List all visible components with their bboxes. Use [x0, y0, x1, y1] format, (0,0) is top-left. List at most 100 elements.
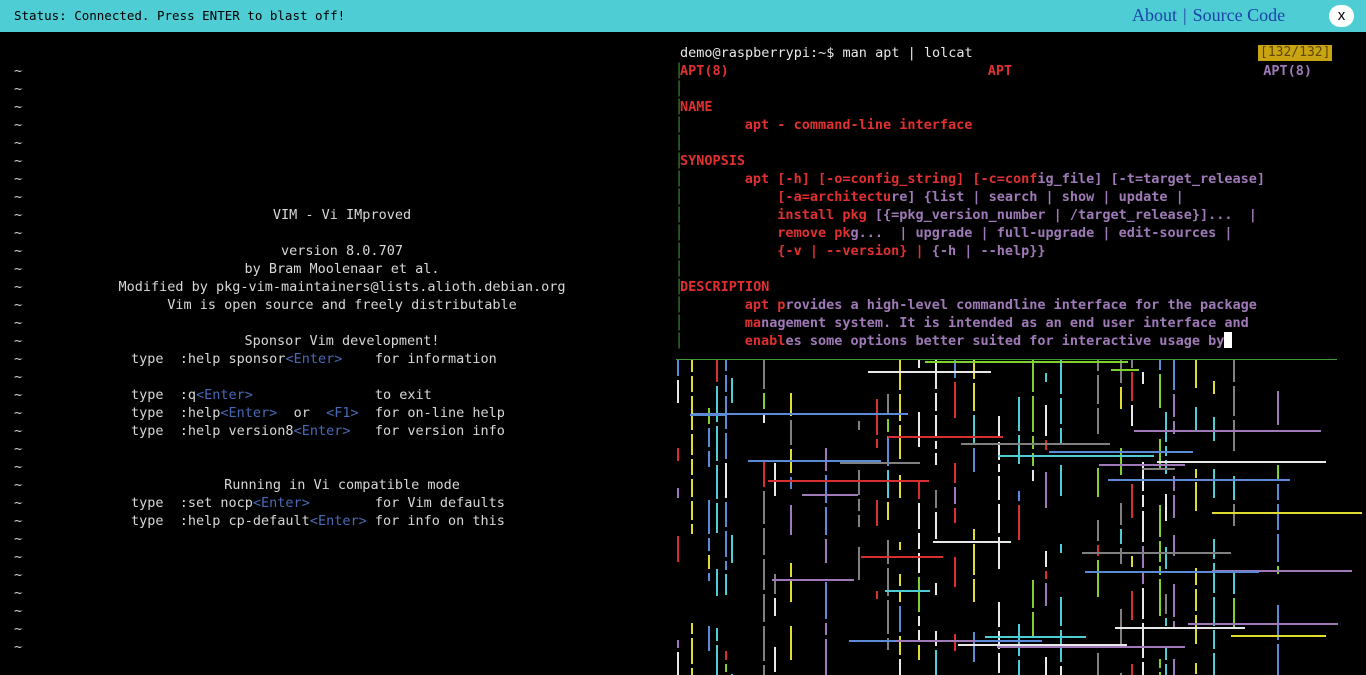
help-command-line: type :help<Enter> or <F1> for on-line he… — [131, 405, 505, 421]
help-command-line: type :help version8<Enter> for version i… — [131, 422, 505, 440]
about-link[interactable]: About — [1132, 5, 1177, 25]
command-text: type :set nocp — [131, 495, 253, 511]
vim-license: Vim is open source and freely distributa… — [167, 297, 517, 313]
terminal-pane[interactable]: demo@raspberrypi:~$ man apt | lolcat [13… — [674, 44, 1366, 675]
gutter-mark: │ — [675, 315, 684, 331]
gutter-mark: │ — [675, 63, 684, 79]
key-hint: <F1> — [326, 405, 359, 421]
gutter-mark: │ — [675, 225, 684, 241]
tilde-line: ~ — [14, 99, 23, 115]
gutter-mark: │ — [675, 171, 684, 187]
gutter-mark: │ — [675, 135, 684, 151]
key-hint: <Enter> — [196, 387, 253, 403]
tilde-line: ~ — [14, 387, 23, 403]
tilde-line: ~ — [14, 369, 23, 385]
sponsor-heading: Sponsor Vim development! — [244, 333, 440, 349]
top-bar: Status: Connected. Press ENTER to blast … — [0, 0, 1366, 32]
tilde-line: ~ — [14, 63, 23, 79]
synopsis-line: install pkg [{=pkg_version_number | /tar… — [744, 207, 1257, 223]
tilde-line: ~ — [14, 423, 23, 439]
line-counter: [132/132] — [1258, 45, 1333, 61]
header-links: About | Source Code — [1132, 5, 1285, 26]
command-text: type :help version8 — [131, 423, 294, 439]
name-text: apt - command-line interface — [744, 117, 973, 133]
section-name: NAME — [680, 99, 713, 115]
gutter-mark: │ — [675, 333, 684, 349]
key-hint: <Enter> — [293, 423, 351, 439]
command-description: for version info — [374, 423, 505, 439]
vim-modified-by: Modified by pkg-vim-maintainers@lists.al… — [118, 279, 566, 295]
shell-prompt: demo@raspberrypi:~$ man apt | lolcat — [680, 45, 973, 61]
tilde-line: ~ — [14, 621, 23, 637]
key-hint: <Enter> — [220, 405, 278, 421]
help-command-line: type :q<Enter> to exit — [131, 386, 432, 404]
tilde-line: ~ — [14, 315, 23, 331]
help-command-line: type :help cp-default<Enter> for info on… — [131, 512, 505, 530]
help-command-line: type :help sponsor<Enter> for informatio… — [131, 350, 497, 368]
man-header-center: APT — [987, 63, 1013, 79]
gutter-mark: │ — [675, 117, 684, 133]
tilde-line: ~ — [14, 189, 23, 205]
vim-pane[interactable]: ~ ~ ~ ~ ~ ~ ~ ~ ~ ~ ~ ~ ~ ~ ~ ~ ~ ~ ~ ~ ~ ~ ~ ~ ~ ~ ~ ~ ~ ~ ~ ~ ~ VIM - V… — [0, 44, 674, 675]
description-line: enables some options better suited for i… — [745, 332, 1233, 350]
vim-title: VIM - Vi IMproved — [272, 207, 412, 223]
terminal-cursor — [1224, 332, 1233, 348]
man-header-left: APT(8) — [680, 63, 729, 79]
synopsis-line: [-a=architecture] {list | search | show … — [744, 189, 1184, 205]
tilde-line: ~ — [14, 171, 23, 187]
tilde-line: ~ — [14, 639, 23, 655]
tilde-line: ~ — [14, 603, 23, 619]
synopsis-line: {-v | --version} | {-h | --help}} — [744, 243, 1046, 259]
tilde-line: ~ — [14, 459, 23, 475]
status-text: Status: Connected. Press ENTER to blast … — [14, 8, 346, 23]
tilde-line: ~ — [14, 405, 23, 421]
tilde-line: ~ — [14, 441, 23, 457]
gutter-mark: │ — [675, 99, 684, 115]
tilde-line: ~ — [14, 585, 23, 601]
compat-heading: Running in Vi compatible mode — [224, 477, 460, 493]
command-text: type :help sponsor — [131, 351, 286, 367]
tilde-line: ~ — [14, 513, 23, 529]
description-line: apt provides a high-level commandline in… — [744, 297, 1257, 313]
key-hint: <Enter> — [252, 495, 310, 511]
gutter-mark: │ — [675, 261, 684, 277]
section-synopsis: SYNOPSIS — [680, 153, 746, 169]
man-header-right: APT(8) — [1263, 63, 1312, 79]
section-description: DESCRIPTION — [680, 279, 770, 295]
key-hint: <Enter> — [285, 351, 343, 367]
command-description: for Vim defaults — [374, 495, 505, 511]
gutter-mark: │ — [675, 207, 684, 223]
tilde-line: ~ — [14, 351, 23, 367]
tilde-line: ~ — [14, 153, 23, 169]
command-description: to exit — [374, 387, 432, 403]
command-text: type :help — [131, 405, 221, 421]
synopsis-line: apt [-h] [-o=config_string] [-c=config_f… — [744, 171, 1265, 187]
source-code-link[interactable]: Source Code — [1193, 5, 1285, 25]
command-description: for on-line help — [374, 405, 505, 421]
command-description: for information — [374, 351, 497, 367]
tilde-line: ~ — [14, 225, 23, 241]
tilde-line: ~ — [14, 531, 23, 547]
key-hint: <Enter> — [309, 513, 367, 529]
link-separator: | — [1183, 5, 1187, 25]
description-line: management system. It is intended as an … — [744, 315, 1249, 331]
tilde-line: ~ — [14, 567, 23, 583]
tilde-line: ~ — [14, 135, 23, 151]
gutter-mark: │ — [675, 189, 684, 205]
command-text: type :help cp-default — [131, 513, 310, 529]
gutter-mark: │ — [675, 153, 684, 169]
tilde-line: ~ — [14, 81, 23, 97]
gutter-mark: │ — [675, 279, 684, 295]
synopsis-line: remove pkg... | upgrade | full-upgrade |… — [744, 225, 1233, 241]
gutter-mark: │ — [675, 81, 684, 97]
tilde-line: ~ — [14, 495, 23, 511]
lolcat-art — [677, 360, 1362, 675]
help-command-line: type :set nocp<Enter> for Vim defaults — [131, 494, 505, 512]
vim-author: by Bram Moolenaar et al. — [244, 261, 440, 277]
command-description: for info on this — [374, 513, 505, 529]
tilde-line: ~ — [14, 549, 23, 565]
gutter-mark: │ — [675, 243, 684, 259]
tilde-line: ~ — [14, 117, 23, 133]
close-button[interactable]: x — [1329, 5, 1354, 27]
gutter-mark: │ — [675, 297, 684, 313]
